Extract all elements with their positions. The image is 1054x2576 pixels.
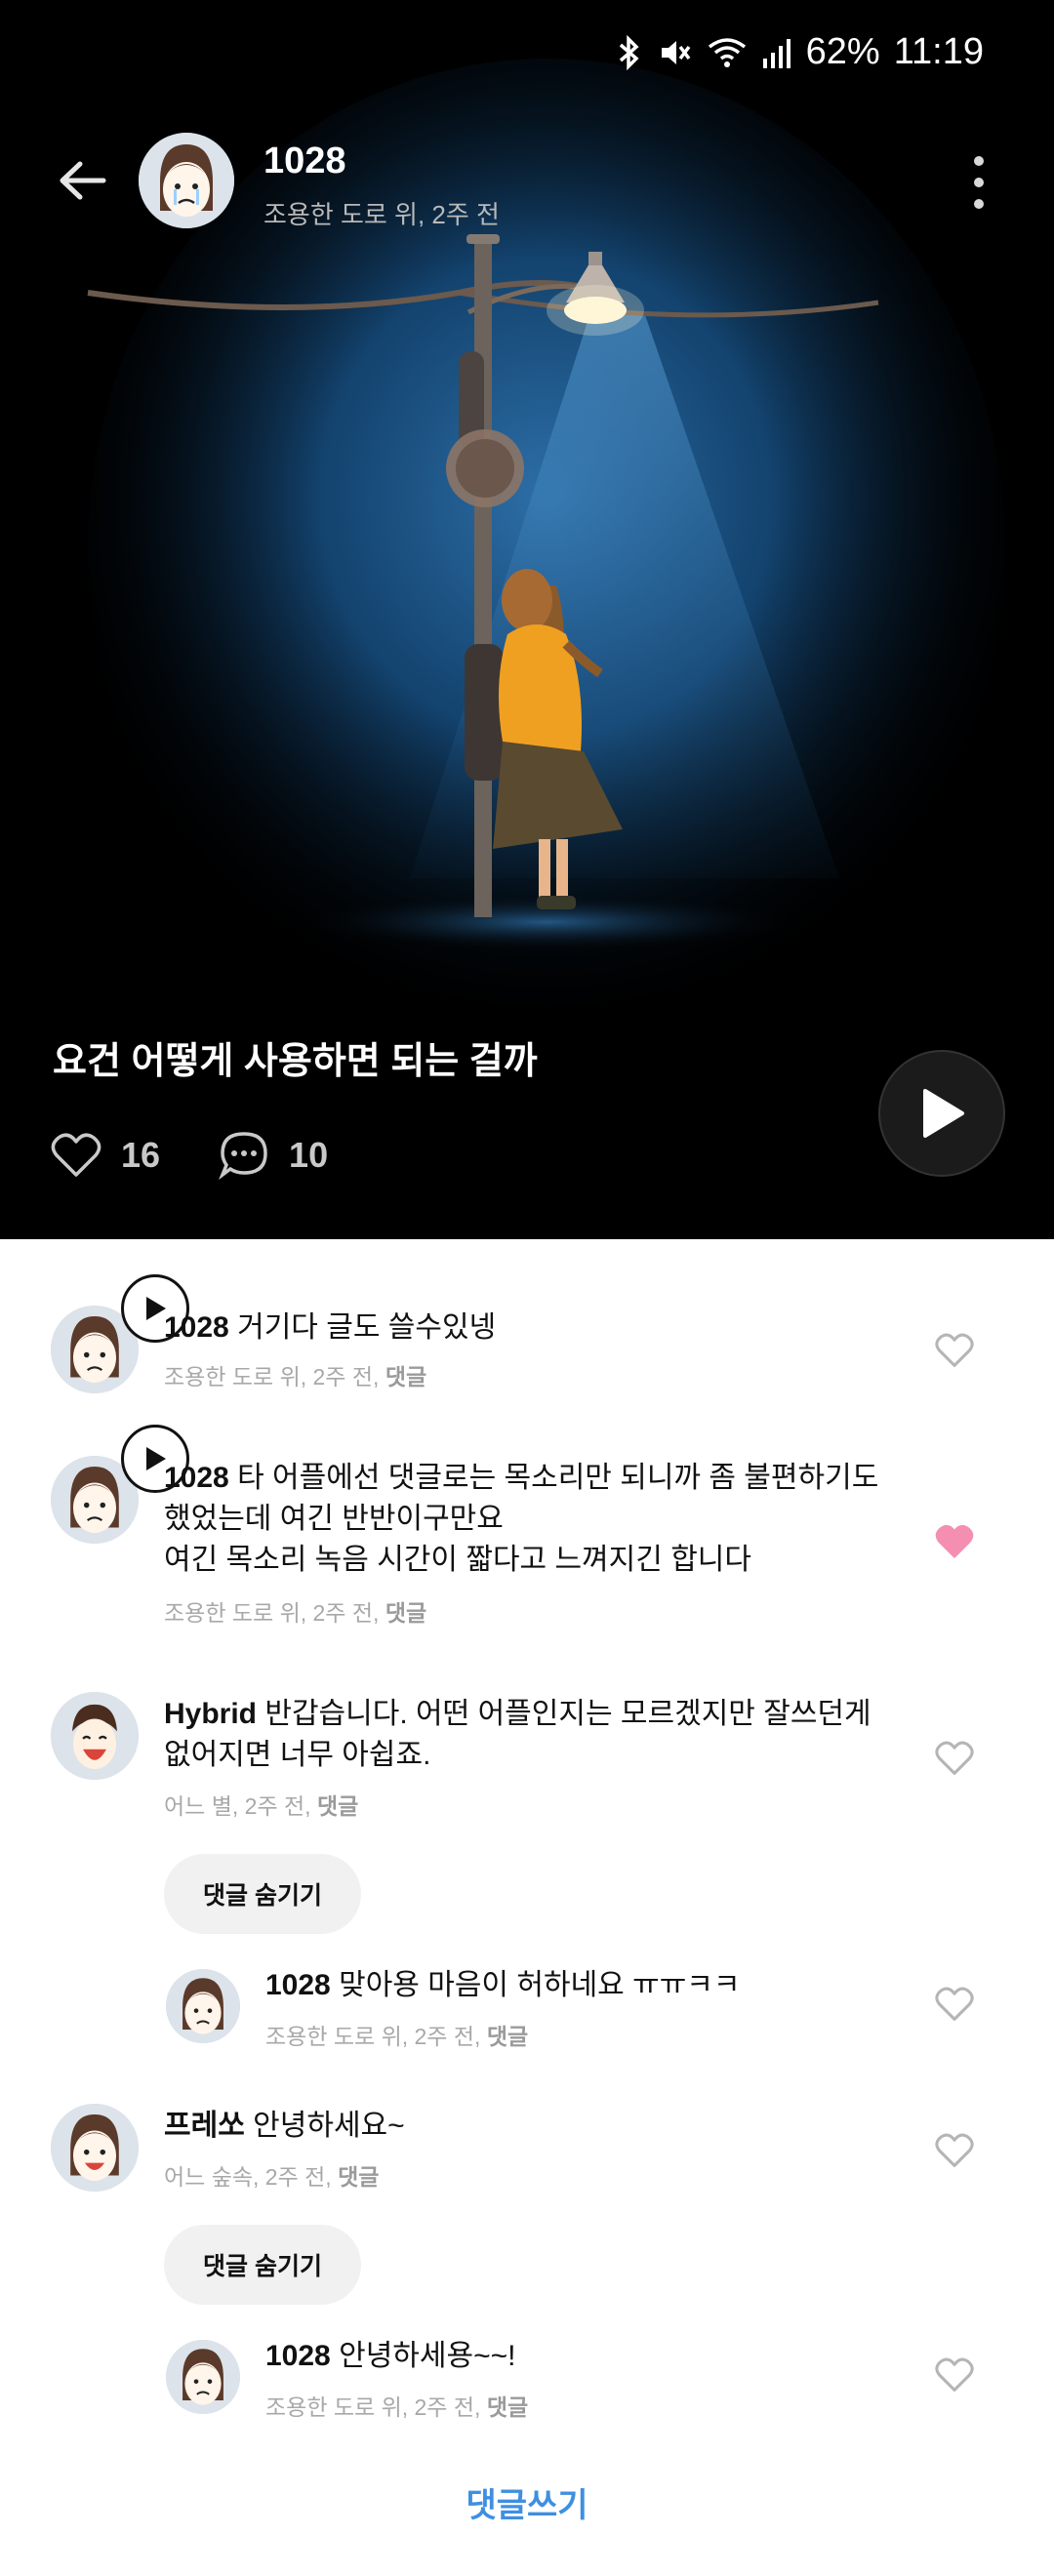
heart-icon[interactable]: [935, 1739, 974, 1778]
post-title: 요건 어떻게 사용하면 되는 걸까: [53, 1041, 538, 1082]
bluetooth-icon: [619, 34, 639, 70]
reply-link[interactable]: 댓글: [338, 2164, 379, 2190]
post-header: 1028 조용한 도로 위, 2주 전: [0, 129, 1054, 236]
battery-level: 62%: [805, 31, 880, 72]
reply-text: 1028 안녕하세용~~!: [265, 2340, 516, 2372]
comment-text: 프레쏘 안녕하세요~: [164, 2110, 405, 2142]
comment-author[interactable]: 프레쏘: [164, 2110, 245, 2142]
comment-author[interactable]: 1028: [265, 2340, 331, 2372]
avatar[interactable]: [51, 2104, 139, 2192]
post-hero: 62% 11:19 1028 조용한 도로 위, 2주 전 요건 어떻게 사용하…: [0, 0, 1054, 1239]
comment-icon: [219, 1132, 267, 1181]
comment-text: Hybrid 반갑습니다. 어떤 어플인지는 모르겠지만 잘쓰던게 없어지면 너…: [164, 1698, 872, 1771]
heart-icon: [51, 1133, 101, 1177]
comment-meta: 조용한 도로 위, 2주 전, 댓글: [164, 1600, 427, 1626]
play-icon: [923, 1089, 964, 1138]
reply-link[interactable]: 댓글: [385, 1364, 426, 1389]
post-stats: 16 10: [51, 1130, 386, 1181]
heart-icon[interactable]: [935, 1331, 974, 1370]
reply-text: 1028 맞아용 마음이 허하네요 ㅠㅠㅋㅋ: [265, 1969, 741, 2001]
comment-text: 1028 거기다 글도 쓸수있넹: [164, 1311, 497, 1344]
back-arrow-icon: [60, 161, 106, 200]
reply-link[interactable]: 댓글: [487, 2024, 528, 2049]
comment-author[interactable]: 1028: [164, 1311, 229, 1344]
author-name[interactable]: 1028: [264, 141, 346, 182]
mute-icon: [661, 40, 691, 64]
more-vert-icon[interactable]: [964, 150, 993, 215]
heart-icon[interactable]: [935, 2355, 974, 2395]
avatar[interactable]: [166, 1969, 240, 2043]
reply-meta: 조용한 도로 위, 2주 전, 댓글: [265, 2395, 529, 2420]
hide-replies-button[interactable]: 댓글 숨기기: [164, 2225, 361, 2305]
avatar[interactable]: [51, 1692, 139, 1780]
reply-link[interactable]: 댓글: [317, 1793, 358, 1819]
wifi-icon: [708, 37, 746, 67]
like-button[interactable]: 16: [51, 1132, 160, 1179]
play-button[interactable]: [878, 1050, 1005, 1177]
reply-meta: 조용한 도로 위, 2주 전, 댓글: [265, 2024, 529, 2049]
like-count: 16: [121, 1135, 161, 1175]
back-button[interactable]: [51, 148, 115, 213]
status-bar: 62% 11:19: [0, 0, 1054, 109]
reply-link[interactable]: 댓글: [385, 1600, 426, 1626]
comment-count: 10: [289, 1135, 329, 1175]
hide-replies-button[interactable]: 댓글 숨기기: [164, 1854, 361, 1934]
avatar[interactable]: [166, 2340, 240, 2414]
comment-author[interactable]: 1028: [164, 1462, 229, 1494]
heart-icon-liked[interactable]: [935, 1522, 974, 1561]
heart-icon[interactable]: [935, 1985, 974, 2024]
signal-icon: [762, 38, 790, 68]
clock: 11:19: [893, 31, 984, 72]
comment-author[interactable]: Hybrid: [164, 1698, 257, 1730]
comment-meta: 어느 숲속, 2주 전, 댓글: [164, 2164, 380, 2190]
write-comment-button[interactable]: 댓글쓰기: [0, 2478, 1054, 2526]
heart-icon[interactable]: [935, 2131, 974, 2170]
post-location-time: 조용한 도로 위, 2주 전: [264, 200, 500, 229]
comment-meta: 조용한 도로 위, 2주 전, 댓글: [164, 1364, 427, 1389]
comment-text: 1028 타 어플에선 댓글로는 목소리만 되니까 좀 불편하기도 했었는데 여…: [164, 1462, 879, 1576]
reply-link[interactable]: 댓글: [487, 2395, 528, 2420]
comment-meta: 어느 별, 2주 전, 댓글: [164, 1793, 359, 1819]
comment-button[interactable]: 10: [219, 1130, 328, 1181]
comment-author[interactable]: 1028: [265, 1969, 331, 2001]
author-avatar[interactable]: [139, 133, 234, 228]
